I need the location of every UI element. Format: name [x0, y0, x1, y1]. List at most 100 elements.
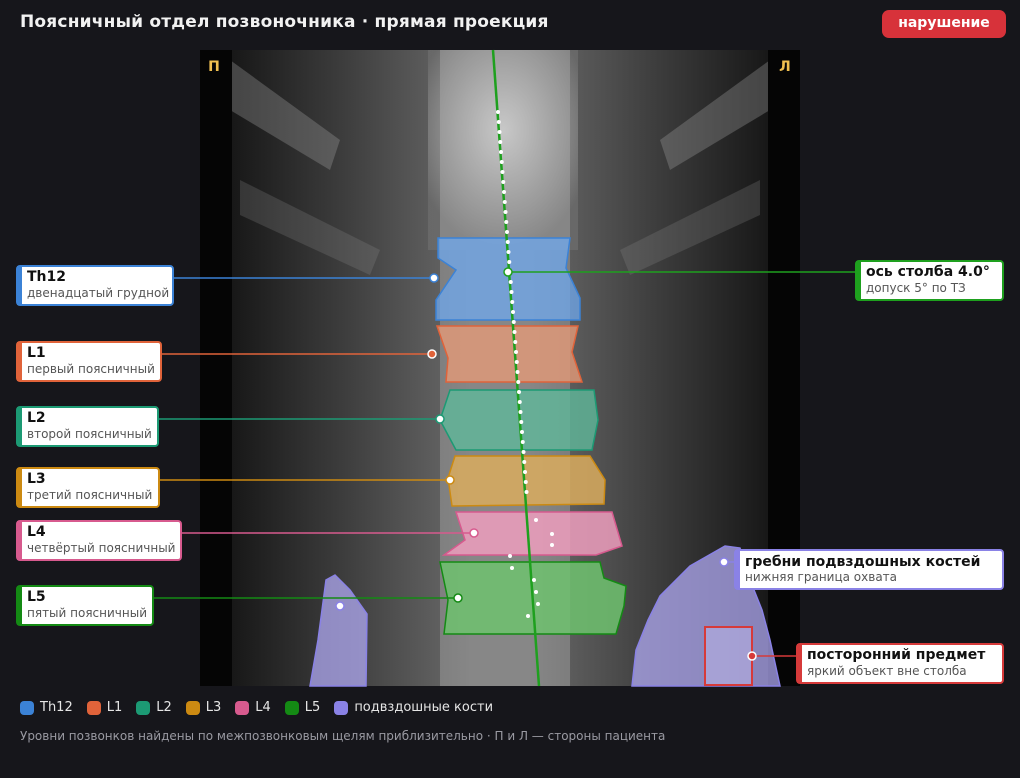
legend-item-th12[interactable]: Th12: [20, 700, 73, 715]
center-dot: [512, 330, 517, 334]
legend-swatch: [284, 700, 299, 715]
callout-subtitle: первый поясничный: [27, 362, 155, 376]
side-label-left-patient: Л: [779, 59, 791, 75]
center-dot: [514, 360, 519, 364]
center-dot: [515, 370, 520, 374]
callout-subtitle: нижняя граница охвата: [745, 570, 897, 584]
legend-label: Th12: [40, 700, 73, 715]
callout-title: L5: [27, 589, 46, 605]
callout-subtitle: третий поясничный: [27, 488, 152, 502]
side-label-right-patient: П: [208, 59, 220, 75]
center-dot: [523, 470, 527, 474]
center-dot: [534, 590, 538, 594]
center-dot: [499, 160, 504, 164]
center-dot: [501, 180, 506, 184]
center-dot: [508, 280, 513, 284]
center-dot: [502, 200, 507, 204]
legend-swatch: [334, 700, 349, 715]
center-dot: [507, 260, 512, 264]
center-dot: [500, 170, 505, 174]
center-dot: [498, 140, 503, 144]
legend: Th12 L1 L2 L3 L4 L5 подвздошные кости: [20, 700, 493, 715]
center-dot: [522, 460, 527, 464]
legend-item-l3[interactable]: L3: [185, 700, 222, 715]
vertebra-l1: [435, 325, 584, 383]
xray-viewer[interactable]: П Л Th12 двенадцатый грудной L1 первый п…: [0, 0, 1020, 778]
callout-subtitle: допуск 5° по ТЗ: [866, 281, 966, 295]
legend-swatch: [136, 700, 151, 715]
center-dot: [536, 602, 540, 606]
callout-subtitle: четвёртый поясничный: [27, 541, 175, 555]
callout-spine-axis[interactable]: ось столба 4.0° допуск 5° по ТЗ: [855, 260, 1004, 301]
center-dot: [499, 150, 503, 154]
callout-title: L2: [27, 410, 46, 426]
legend-swatch: [20, 700, 34, 715]
callout-l3[interactable]: L3 третий поясничный: [16, 467, 160, 508]
center-dot: [509, 290, 514, 294]
center-dot: [514, 350, 518, 354]
legend-label: L5: [304, 700, 321, 715]
footnote: Уровни позвонков найдены по межпозвонков…: [20, 729, 666, 743]
center-dot: [521, 450, 526, 454]
center-dot: [506, 250, 511, 254]
center-dot: [505, 230, 509, 234]
center-dot: [511, 320, 516, 324]
legend-label: подвздошные кости: [354, 700, 494, 715]
center-dot: [510, 300, 515, 304]
legend-item-l5[interactable]: L5: [284, 700, 321, 715]
anchor-th12: [429, 273, 439, 283]
legend-swatch: [185, 700, 200, 715]
foreign-object-box[interactable]: [704, 626, 753, 686]
center-dot: [517, 390, 521, 394]
center-dot: [510, 566, 514, 570]
legend-swatch: [86, 700, 101, 715]
center-dot: [513, 340, 518, 344]
callout-subtitle: двенадцатый грудной: [27, 286, 169, 300]
center-dot: [504, 220, 509, 224]
callout-title: посторонний предмет: [807, 647, 986, 663]
legend-label: L3: [205, 700, 222, 715]
legend-swatch: [235, 700, 250, 715]
callout-title: ось столба 4.0°: [866, 264, 990, 280]
callout-title: L1: [27, 345, 46, 361]
center-dot: [520, 430, 524, 434]
center-dot: [532, 578, 536, 582]
center-dot: [534, 518, 538, 522]
center-dot: [508, 554, 512, 558]
legend-item-iliac[interactable]: подвздошные кости: [334, 700, 493, 715]
center-dot: [526, 614, 530, 618]
callout-subtitle: второй поясничный: [27, 427, 152, 441]
callout-title: L3: [27, 471, 46, 487]
center-dot: [497, 130, 502, 134]
legend-item-l4[interactable]: L4: [235, 700, 271, 715]
callout-subtitle: яркий объект вне столба: [807, 664, 967, 678]
center-dot: [524, 490, 529, 494]
callout-subtitle: пятый поясничный: [27, 606, 147, 620]
center-dot: [511, 310, 515, 314]
center-dot: [517, 400, 522, 404]
callout-title: гребни подвздошных костей: [745, 554, 980, 570]
center-dot: [496, 120, 501, 124]
callout-foreign-object[interactable]: посторонний предмет яркий объект вне сто…: [796, 643, 1004, 684]
center-dot: [502, 190, 506, 194]
center-dot: [523, 480, 528, 484]
callout-l2[interactable]: L2 второй поясничный: [16, 406, 159, 447]
legend-label: L2: [156, 700, 172, 715]
callout-l4[interactable]: L4 четвёртый поясничный: [16, 520, 182, 561]
center-dot: [503, 210, 508, 214]
center-dot: [519, 420, 524, 424]
legend-label: L4: [255, 700, 271, 715]
legend-item-l1[interactable]: L1: [86, 700, 123, 715]
legend-label: L1: [106, 700, 123, 715]
legend-item-l2[interactable]: L2: [136, 700, 172, 715]
center-dot: [516, 380, 521, 384]
callout-title: Th12: [27, 269, 66, 285]
callout-l1[interactable]: L1 первый поясничный: [16, 341, 162, 382]
callout-iliac-crests[interactable]: гребни подвздошных костей нижняя граница…: [734, 549, 1004, 590]
center-dot: [520, 440, 525, 444]
callout-l5[interactable]: L5 пятый поясничный: [16, 585, 154, 626]
center-dot: [505, 240, 510, 244]
callout-th12[interactable]: Th12 двенадцатый грудной: [16, 265, 174, 306]
callout-title: L4: [27, 524, 46, 540]
center-dot: [496, 110, 500, 114]
